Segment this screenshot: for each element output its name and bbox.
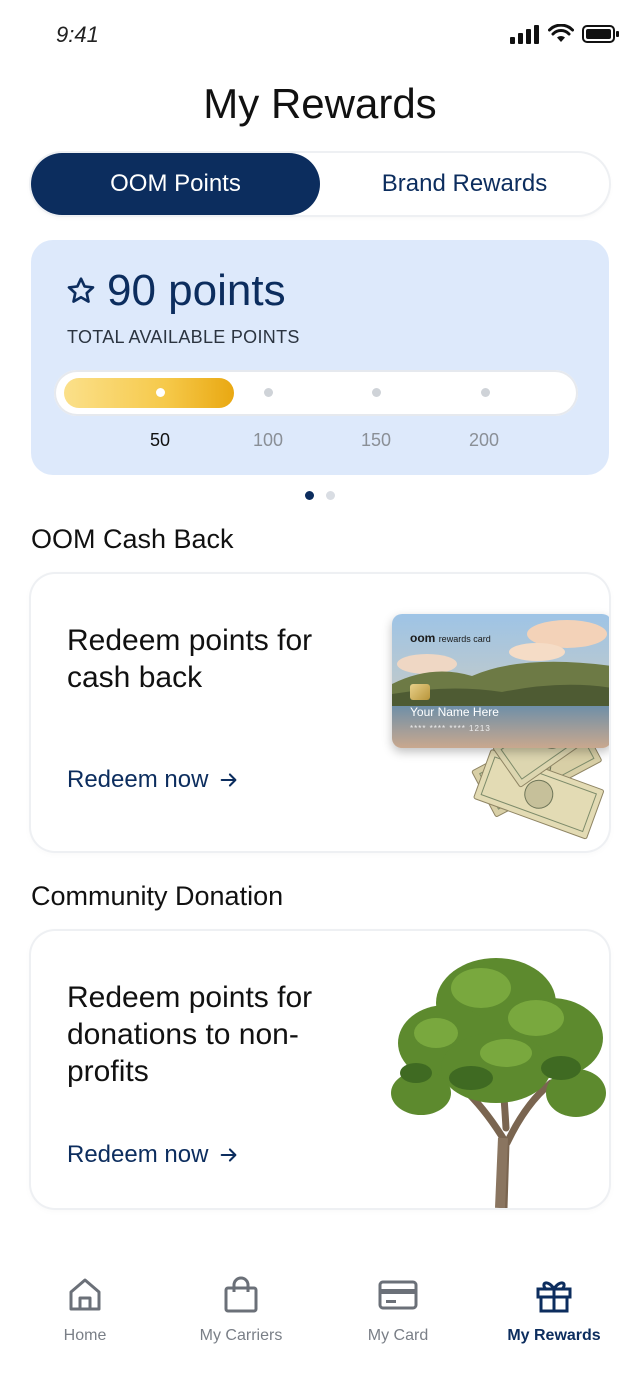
redeem-link-label: Redeem now (67, 766, 209, 793)
redeem-link-label: Redeem now (67, 1141, 209, 1168)
pager-dot-active[interactable] (305, 491, 314, 500)
points-progress-bar (54, 370, 578, 416)
progress-tick-label: 150 (360, 430, 392, 450)
progress-tick-dot (155, 388, 165, 397)
tab-home[interactable]: Home (5, 1275, 165, 1345)
tab-oom-points[interactable]: OOM Points (31, 153, 320, 215)
arrow-right-icon (221, 1148, 237, 1162)
tab-label: My Rewards (507, 1327, 601, 1344)
pager-dots (0, 491, 640, 500)
arrow-right-icon (221, 773, 237, 787)
tab-my-carriers[interactable]: My Carriers (161, 1275, 321, 1345)
tab-label: Home (63, 1327, 107, 1344)
tab-my-rewards[interactable]: My Rewards (474, 1275, 634, 1345)
card-name: Your Name Here (410, 705, 499, 719)
status-bar: 9:41 (0, 0, 640, 70)
progress-tick-label: 50 (149, 430, 171, 450)
tree-image (391, 958, 606, 1208)
card-chip (410, 684, 430, 700)
home-icon (69, 1278, 101, 1311)
tab-label: My Card (367, 1327, 429, 1344)
donation-card[interactable]: Redeem points for donations to non-profi… (31, 931, 609, 1208)
card-number: **** **** **** 1213 (410, 724, 491, 733)
card-brand: oom rewards card (410, 631, 491, 645)
section-title-cash-back: OOM Cash Back (31, 524, 234, 554)
shopping-bag-icon (224, 1276, 258, 1313)
tab-brand-rewards[interactable]: Brand Rewards (320, 155, 609, 213)
progress-tick-label: 200 (468, 430, 500, 450)
status-icons (510, 24, 620, 44)
gift-icon (536, 1281, 572, 1313)
tab-label: My Carriers (199, 1327, 283, 1344)
star-icon (67, 277, 95, 303)
points-value-row: 90 points (65, 266, 286, 316)
page-title: My Rewards (203, 80, 437, 127)
progress-tick-dot (480, 388, 490, 397)
rewards-credit-card-image: oom rewards card Your Name Here **** ***… (392, 614, 609, 748)
bottom-tab-bar: Home My Carriers My Card My Rewards (0, 1255, 640, 1387)
tab-my-card[interactable]: My Card (318, 1275, 478, 1345)
status-time: 9:41 (56, 22, 99, 47)
segmented-control: OOM Points Brand Rewards (31, 153, 609, 215)
progress-fill (64, 378, 235, 408)
points-card: 90 points TOTAL AVAILABLE POINTS 50 100 15… (31, 240, 609, 475)
cash-back-redeem-link[interactable]: Redeem now (67, 766, 240, 794)
battery-icon (582, 25, 619, 43)
pager-dot[interactable] (326, 491, 335, 500)
credit-card-icon (378, 1280, 418, 1310)
wifi-icon (548, 24, 574, 42)
cash-back-title: Redeem points for cash back (67, 624, 313, 694)
progress-tick-dot (263, 388, 273, 397)
cellular-signal-icon (510, 25, 539, 44)
donation-title: Redeem points for donations to non-profi… (67, 981, 313, 1088)
points-label: TOTAL AVAILABLE POINTS (67, 327, 300, 347)
donation-redeem-link[interactable]: Redeem now (67, 1141, 240, 1169)
cash-back-card[interactable]: Redeem points for cash back Redeem now o… (31, 574, 609, 851)
progress-tick-dot (371, 388, 381, 397)
points-value: 90 points (107, 266, 286, 315)
section-title-donation: Community Donation (31, 881, 284, 911)
progress-tick-label: 100 (252, 430, 284, 450)
